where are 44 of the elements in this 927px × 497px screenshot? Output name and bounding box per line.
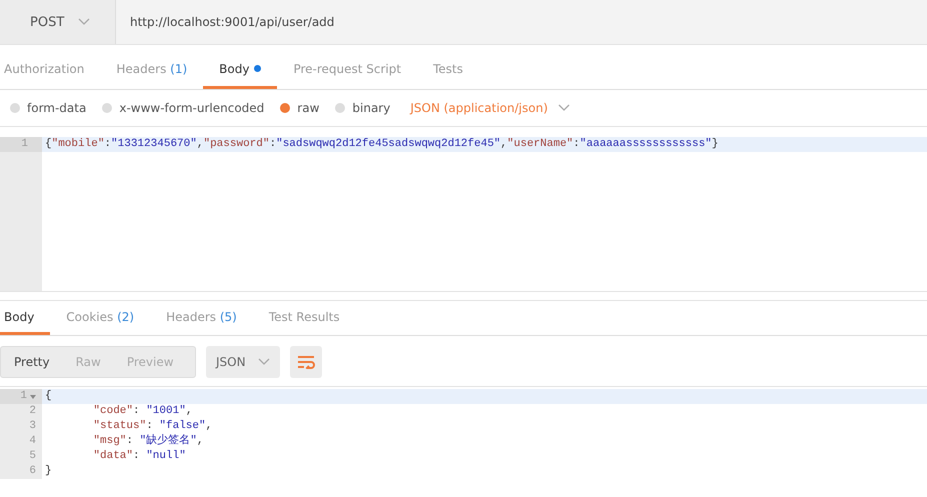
chevron-down-icon (258, 358, 270, 366)
code-line: "code": "1001", (93, 404, 192, 419)
line-number: 2 (28, 404, 37, 419)
line-number: 5 (28, 449, 37, 464)
code-line: "data": "null" (93, 449, 186, 464)
view-mode-button[interactable]: Pretty (1, 347, 63, 377)
radio-button[interactable] (280, 103, 290, 113)
line-number: 1 (0, 389, 42, 404)
chevron-down-icon (78, 18, 90, 26)
radio-button[interactable] (10, 103, 20, 113)
tab[interactable]: Headers (1) (100, 51, 204, 89)
tab[interactable]: Test Results (252, 301, 356, 335)
format-dropdown[interactable]: JSON (206, 346, 280, 378)
tab[interactable]: Body (203, 51, 278, 89)
view-mode-button[interactable]: Raw (62, 347, 114, 377)
radio-button[interactable] (335, 103, 346, 113)
code-line: "msg": "缺少签名", (93, 434, 204, 449)
line-number: 4 (28, 434, 37, 449)
wrap-lines-button[interactable] (290, 346, 322, 378)
code-line: { (45, 389, 52, 404)
radio-label: form-data (27, 101, 86, 115)
tab[interactable]: Headers (5) (150, 301, 253, 335)
code-line: "status": "false", (93, 419, 212, 434)
line-number: 1 (0, 137, 42, 152)
method-dropdown[interactable]: POST (0, 0, 116, 44)
tab[interactable]: Pre-request Script (277, 51, 418, 89)
wrap-lines-icon (296, 355, 315, 369)
tab[interactable]: Cookies (2) (50, 301, 150, 335)
line-number: 6 (28, 464, 37, 479)
code-line: } (45, 464, 52, 479)
content-type-dropdown[interactable]: JSON (application/json) (406, 101, 574, 115)
code-line: {"mobile":"13312345670","password":"sadswqwq2d12fe45sadswqwq2d12fe45","userName":"aaaaaassssssssssss"} (45, 137, 718, 152)
view-mode-button[interactable]: Preview (114, 347, 187, 377)
radio-button[interactable] (102, 103, 112, 113)
line-number: 3 (28, 419, 37, 434)
tab[interactable]: Authorization (0, 51, 100, 89)
tab[interactable]: Tests (417, 51, 479, 89)
chevron-down-icon (558, 104, 570, 112)
code-editor[interactable]: 1 {"mobile":"13312345670","password":"sadswqwq2d12fe45sadswqwq2d12fe45","userName":"aaaaaassssssssssss"} (0, 137, 927, 292)
radio-label: x-www-form-urlencoded (119, 101, 264, 115)
radio-label: raw (297, 101, 320, 115)
fold-arrow-icon[interactable] (30, 394, 36, 398)
radio-label: binary (352, 101, 390, 115)
tab[interactable]: Body (0, 301, 50, 335)
